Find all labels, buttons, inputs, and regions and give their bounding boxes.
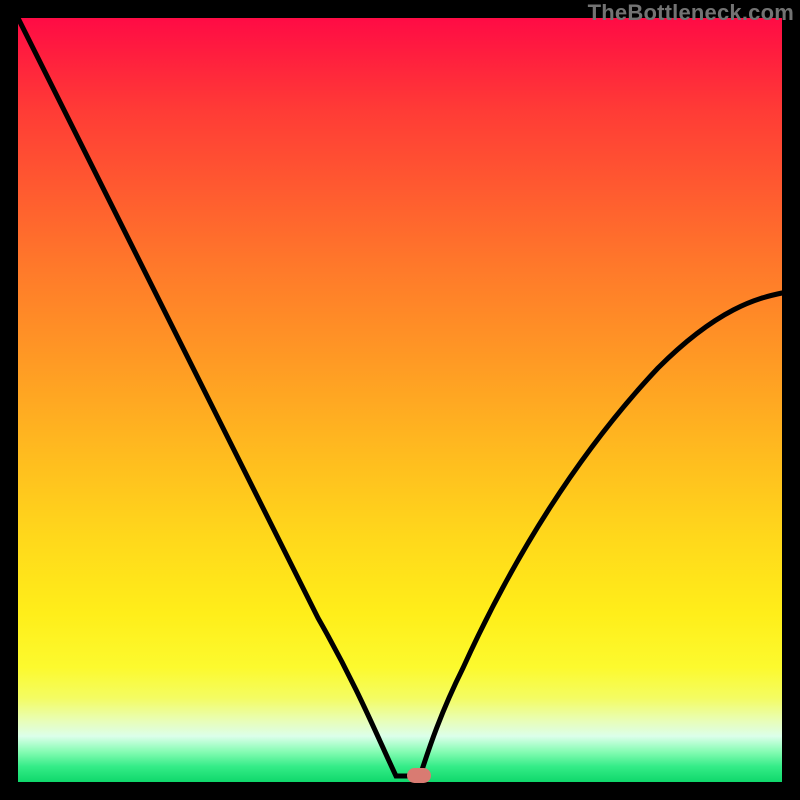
watermark-text: TheBottleneck.com	[588, 0, 794, 26]
chart-container: TheBottleneck.com	[0, 0, 800, 800]
optimum-marker	[407, 768, 431, 783]
curve-path	[18, 18, 782, 776]
bottleneck-curve	[18, 18, 782, 782]
